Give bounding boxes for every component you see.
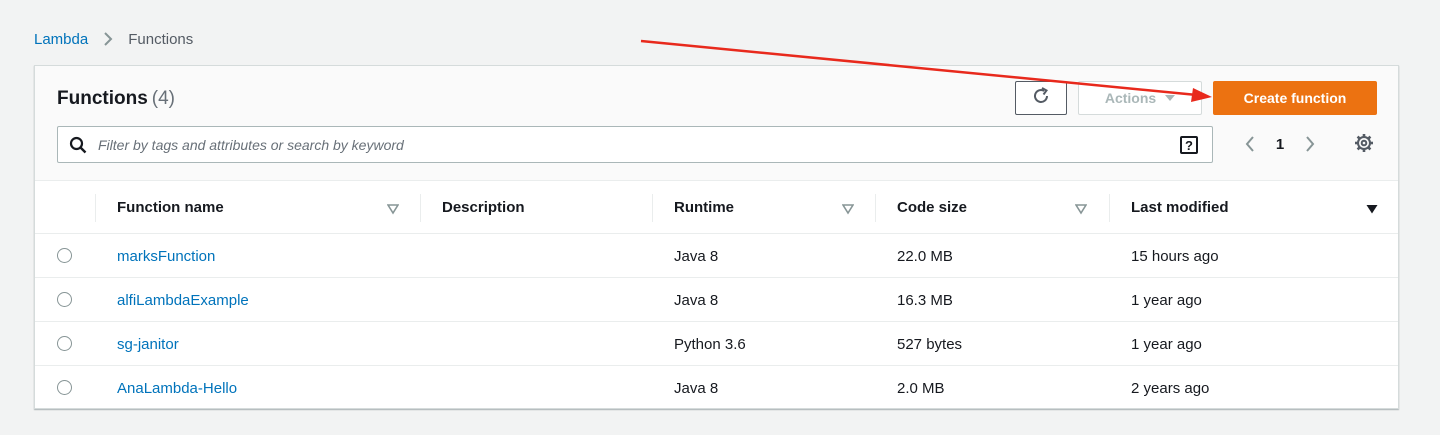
refresh-icon [1031, 86, 1051, 111]
chevron-right-icon[interactable] [1302, 132, 1318, 156]
table-header: Function name Description Runtime Code s… [35, 181, 1398, 234]
refresh-button[interactable] [1015, 81, 1067, 115]
code-size-cell: 2.0 MB [897, 379, 945, 397]
breadcrumb-current: Functions [128, 30, 194, 48]
caret-down-icon [1165, 95, 1176, 101]
sort-icon[interactable] [841, 202, 855, 215]
row-select-radio[interactable] [57, 248, 72, 263]
runtime-cell: Java 8 [674, 379, 719, 397]
sort-icon[interactable] [386, 202, 400, 215]
column-header-runtime[interactable]: Runtime [674, 181, 734, 234]
chevron-right-icon [101, 32, 115, 46]
runtime-cell: Python 3.6 [674, 335, 746, 353]
function-name-link[interactable]: alfiLambdaExample [117, 278, 249, 322]
column-header-function-name[interactable]: Function name [117, 181, 224, 234]
function-count: (4) [151, 88, 176, 109]
chevron-left-icon[interactable] [1242, 132, 1258, 156]
code-size-cell: 527 bytes [897, 335, 963, 353]
row-select-radio[interactable] [57, 380, 72, 395]
column-divider [420, 194, 421, 222]
column-header-last-modified[interactable]: Last modified [1131, 181, 1229, 234]
gear-icon[interactable] [1353, 132, 1375, 154]
runtime-cell: Java 8 [674, 247, 719, 265]
panel-header: Functions(4) Actions Create function ? 1 [35, 66, 1398, 181]
sort-desc-icon[interactable] [1366, 202, 1378, 214]
column-header-code-size[interactable]: Code size [897, 181, 967, 234]
pagination: 1 [1242, 132, 1318, 156]
table-row: sg-janitor Python 3.6 527 bytes 1 year a… [35, 322, 1398, 366]
search-icon [69, 136, 87, 154]
function-name-link[interactable]: AnaLambda-Hello [117, 366, 237, 410]
breadcrumb: Lambda Functions [34, 29, 193, 49]
table-row: marksFunction Java 8 22.0 MB 15 hours ag… [35, 234, 1398, 278]
functions-panel: Functions(4) Actions Create function ? 1 [34, 65, 1399, 409]
last-modified-cell: 15 hours ago [1131, 247, 1219, 265]
last-modified-cell: 1 year ago [1131, 291, 1202, 309]
function-name-link[interactable]: sg-janitor [117, 322, 179, 366]
column-header-description: Description [442, 199, 525, 216]
column-divider [652, 194, 653, 222]
title-text: Functions [57, 88, 148, 109]
page-title: Functions (4) [57, 88, 175, 110]
table-row: alfiLambdaExample Java 8 16.3 MB 1 year … [35, 278, 1398, 322]
functions-table: Function name Description Runtime Code s… [35, 181, 1398, 410]
runtime-cell: Java 8 [674, 291, 719, 309]
table-row: AnaLambda-Hello Java 8 2.0 MB 2 years ag… [35, 366, 1398, 410]
help-icon[interactable]: ? [1180, 136, 1198, 154]
code-size-cell: 22.0 MB [897, 247, 953, 265]
last-modified-cell: 1 year ago [1131, 335, 1202, 353]
page-number[interactable]: 1 [1258, 136, 1302, 153]
actions-label: Actions [1104, 90, 1157, 106]
function-name-link[interactable]: marksFunction [117, 234, 215, 278]
search-input[interactable] [98, 127, 1168, 162]
actions-dropdown-button[interactable]: Actions [1078, 81, 1202, 115]
column-divider [1109, 194, 1110, 222]
row-select-radio[interactable] [57, 292, 72, 307]
row-select-radio[interactable] [57, 336, 72, 351]
column-divider [875, 194, 876, 222]
breadcrumb-lambda-link[interactable]: Lambda [34, 31, 88, 48]
code-size-cell: 16.3 MB [897, 291, 953, 309]
search-box: ? [57, 126, 1213, 163]
sort-icon[interactable] [1074, 202, 1088, 215]
create-function-button[interactable]: Create function [1213, 81, 1377, 115]
column-divider [95, 194, 96, 222]
last-modified-cell: 2 years ago [1131, 379, 1210, 397]
table-body: marksFunction Java 8 22.0 MB 15 hours ag… [35, 234, 1398, 410]
